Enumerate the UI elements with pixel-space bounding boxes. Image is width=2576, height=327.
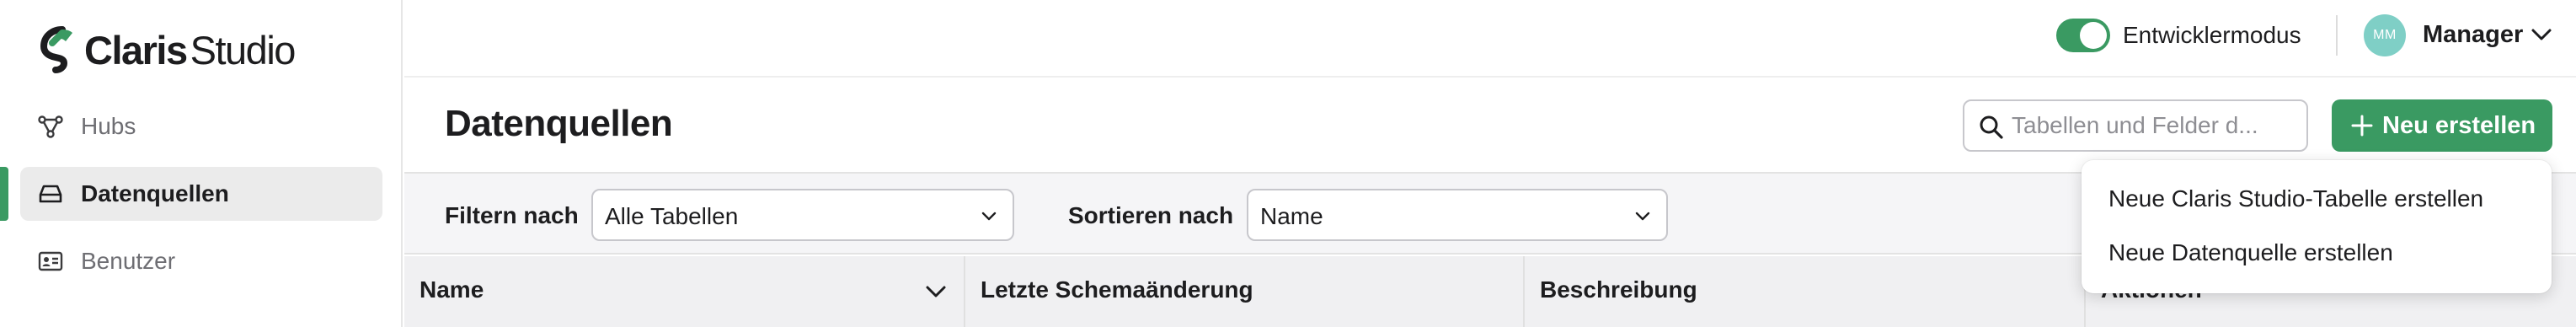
- user-card-icon: [38, 251, 63, 271]
- chevron-down-icon[interactable]: [925, 285, 947, 298]
- chevron-down-icon: [981, 212, 997, 221]
- developer-mode-toggle[interactable]: [2056, 19, 2110, 52]
- new-create-button[interactable]: Neu erstellen: [2332, 99, 2552, 152]
- column-header-last-schema-change[interactable]: Letzte Schemaänderung: [965, 256, 1525, 327]
- menu-item-new-data-source[interactable]: Neue Datenquelle erstellen: [2108, 239, 2393, 266]
- sidebar-item-hubs[interactable]: Hubs: [20, 99, 382, 153]
- user-menu-name[interactable]: Manager: [2423, 21, 2523, 49]
- developer-mode-label: Entwicklermodus: [2123, 22, 2301, 48]
- column-header-description[interactable]: Beschreibung: [1525, 256, 2086, 327]
- hubs-icon: [38, 115, 63, 138]
- toggle-knob: [2080, 22, 2107, 49]
- sidebar-item-label: Benutzer: [81, 248, 176, 274]
- avatar[interactable]: MM: [2364, 14, 2406, 56]
- plus-icon: [2351, 115, 2373, 137]
- search-input[interactable]: [2012, 101, 2298, 150]
- filter-select[interactable]: Alle Tabellen: [591, 189, 1014, 241]
- sidebar: ClarisStudio Hubs Datenquellen Benutzer: [0, 0, 403, 327]
- sidebar-item-label: Datenquellen: [81, 180, 229, 206]
- new-create-label: Neu erstellen: [2382, 111, 2536, 139]
- search-icon: [1980, 115, 2003, 139]
- logo-text: ClarisStudio: [84, 27, 296, 72]
- topbar-divider: [2336, 15, 2338, 56]
- filter-label: Filtern nach: [445, 202, 579, 228]
- app-logo[interactable]: ClarisStudio: [37, 25, 296, 74]
- sort-select[interactable]: Name: [1247, 189, 1668, 241]
- chevron-down-icon[interactable]: [2531, 27, 2552, 42]
- menu-item-new-claris-table[interactable]: Neue Claris Studio-Tabelle erstellen: [2108, 185, 2483, 212]
- new-create-menu: Neue Claris Studio-Tabelle erstellen Neu…: [2082, 160, 2552, 293]
- active-nav-indicator: [0, 167, 8, 221]
- database-icon: [39, 185, 62, 203]
- filter-select-value: Alle Tabellen: [605, 203, 739, 229]
- column-header-name[interactable]: Name: [404, 256, 965, 327]
- search-field[interactable]: [1963, 99, 2308, 152]
- sidebar-item-benutzer[interactable]: Benutzer: [20, 234, 382, 288]
- chevron-down-icon: [1635, 212, 1650, 221]
- claris-logo-icon: [40, 26, 72, 73]
- sidebar-item-label: Hubs: [81, 113, 136, 139]
- sort-select-value: Name: [1260, 203, 1323, 229]
- sidebar-item-datenquellen[interactable]: Datenquellen: [20, 167, 382, 221]
- page-title: Datenquellen: [445, 103, 673, 144]
- sort-label: Sortieren nach: [1068, 202, 1234, 228]
